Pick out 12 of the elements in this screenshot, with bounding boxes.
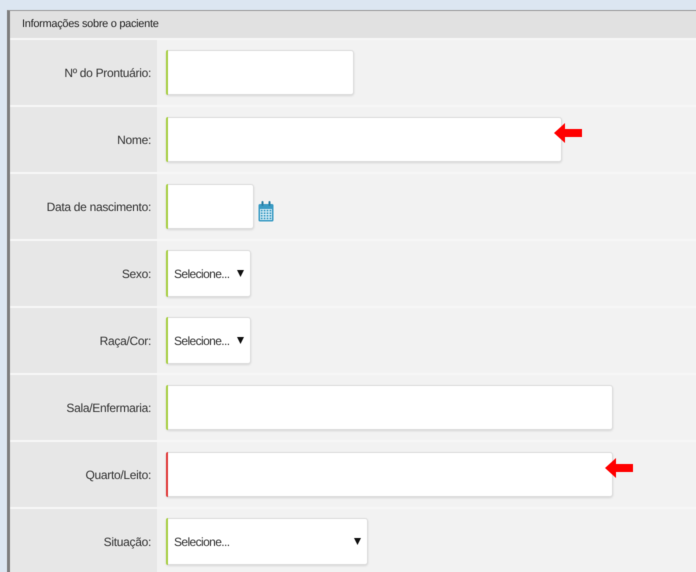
field-label: Situação: — [104, 534, 151, 548]
field-label: Sala/Enfermaria: — [66, 400, 151, 414]
field-label: Raça/Cor: — [100, 334, 151, 348]
select-field[interactable]: Selecione... — [166, 250, 251, 297]
field-label: Nome: — [117, 132, 151, 146]
section-title: Informações sobre o paciente — [22, 18, 159, 30]
field-label: Data de nascimento: — [46, 200, 151, 214]
select-field[interactable]: Selecione... — [166, 317, 251, 364]
field-label: Quarto/Leito: — [86, 468, 151, 482]
field-label: Nº do Prontuário: — [64, 66, 151, 80]
field-label: Sexo: — [122, 266, 151, 280]
select-field[interactable]: Selecione... — [166, 518, 368, 565]
